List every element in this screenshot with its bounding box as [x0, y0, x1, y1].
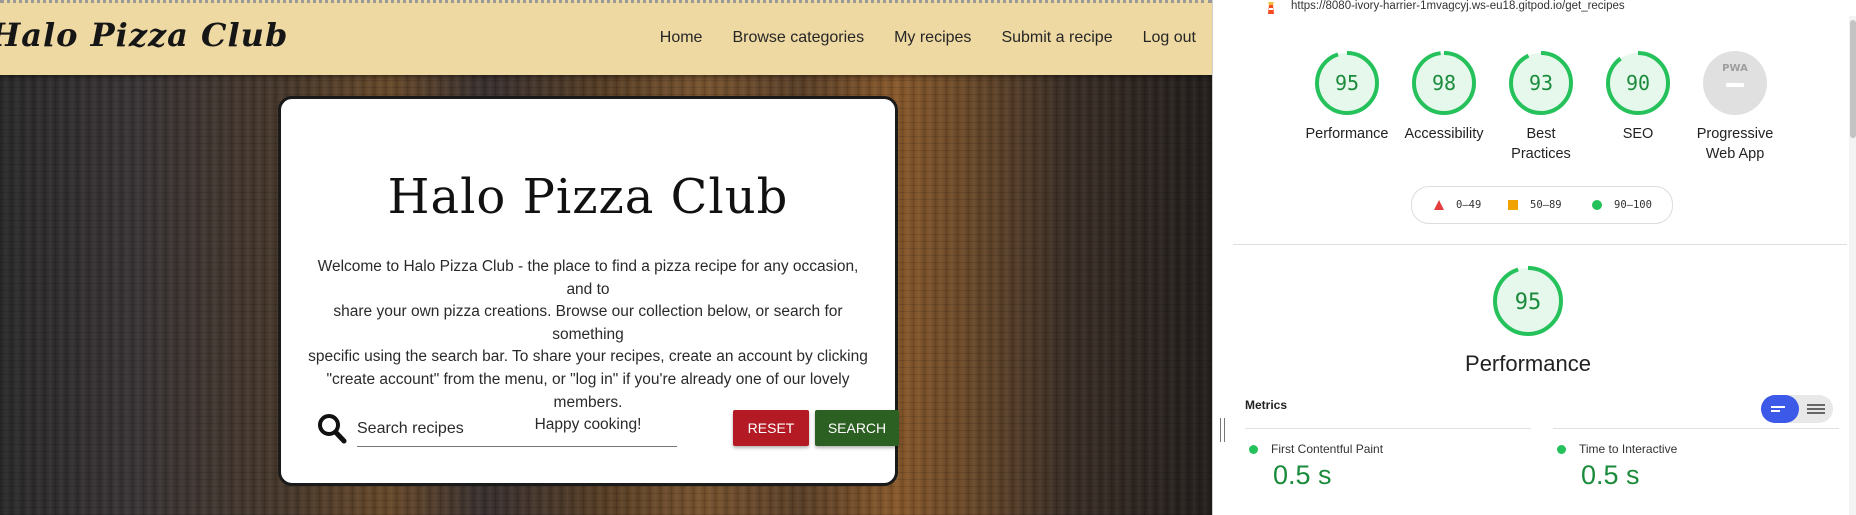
gauge-label-line: Practices [1511, 146, 1571, 162]
site-navbar: Halo Pizza Club Home Browse categories M… [0, 0, 1212, 75]
nav-link-submit-recipe[interactable]: Submit a recipe [1001, 29, 1112, 47]
gauge-label: SEO [1588, 124, 1688, 144]
pass-circle-icon [1557, 445, 1566, 454]
search-input[interactable] [357, 411, 677, 447]
nav-link-my-recipes[interactable]: My recipes [894, 29, 971, 47]
reset-button[interactable]: Reset [733, 410, 809, 446]
compact-view-icon[interactable] [1761, 395, 1799, 423]
performance-title: Performance [1465, 351, 1591, 376]
gauge-best-practices[interactable]: 93 Best Practices [1491, 50, 1591, 164]
welcome-text-line: Welcome to Halo Pizza Club - the place t… [317, 258, 859, 298]
welcome-text-line: specific using the search bar. To share … [308, 348, 868, 366]
gauge-label-line: SEO [1622, 126, 1654, 142]
nav-link-home[interactable]: Home [660, 29, 703, 47]
panel-resize-handle[interactable] [1220, 418, 1226, 442]
gauge-ring: 98 [1412, 51, 1476, 115]
gauge-ring: 90 [1606, 51, 1670, 115]
gauge-label: Performance [1297, 124, 1397, 144]
pass-circle-icon [1249, 445, 1258, 454]
report-url: https://8080-ivory-harrier-1mvagcyj.ws-e… [1291, 0, 1625, 12]
performance-gauge: 95 [1493, 266, 1563, 336]
gauge-label: Best Practices [1491, 124, 1591, 164]
gauge-pwa[interactable]: PWA Progressive Web App [1685, 50, 1785, 164]
site-brand-logo[interactable]: Halo Pizza Club [0, 16, 288, 54]
search-button[interactable]: Search [815, 410, 899, 446]
welcome-text-line: share your own pizza creations. Browse o… [333, 303, 843, 343]
category-gauges: 95 Performance 98 Accessibility 93 Best … [1213, 50, 1843, 170]
nav-link-browse-categories[interactable]: Browse categories [732, 29, 864, 47]
card-title: Halo Pizza Club [387, 169, 789, 225]
legend-pass-range: 90–100 [1614, 199, 1652, 211]
gauge-score: 93 [1529, 71, 1553, 95]
gauge-score: 90 [1626, 71, 1650, 95]
metrics-rule [1553, 428, 1839, 429]
devtools-lighthouse-panel: https://8080-ivory-harrier-1mvagcyj.ws-e… [1212, 0, 1856, 515]
gauge-seo[interactable]: 90 SEO [1588, 50, 1688, 144]
gauge-ring: 93 [1509, 51, 1573, 115]
performance-section-header: 95 Performance [1213, 264, 1843, 377]
gauge-label-line: Web App [1705, 146, 1765, 162]
report-url-bar: https://8080-ivory-harrier-1mvagcyj.ws-e… [1231, 0, 1856, 16]
gauge-label: Progressive Web App [1685, 124, 1785, 164]
section-divider [1233, 244, 1847, 245]
gauge-ring: 95 [1315, 51, 1379, 115]
performance-score: 95 [1515, 290, 1542, 315]
nav-links: Home Browse categories My recipes Submit… [660, 29, 1196, 47]
panel-scrollbar[interactable] [1849, 16, 1856, 515]
website-viewport: Halo Pizza Club Home Browse categories M… [0, 0, 1212, 515]
pwa-badge-text: PWA [1722, 63, 1748, 74]
gauge-label-line: Performance [1305, 126, 1389, 142]
gauge-label: Accessibility [1394, 124, 1494, 144]
nav-link-log-out[interactable]: Log out [1143, 29, 1196, 47]
scrollbar-thumb[interactable] [1850, 20, 1856, 138]
gauge-score: 95 [1335, 71, 1359, 95]
expanded-view-icon[interactable] [1799, 395, 1833, 423]
metric-name: First Contentful Paint [1271, 442, 1384, 456]
score-scale-legend: 0–49 50–89 90–100 [1411, 186, 1673, 224]
gauge-label-line: Accessibility [1404, 126, 1484, 142]
metrics-heading: Metrics [1245, 398, 1288, 412]
metrics-view-toggle[interactable] [1761, 395, 1833, 423]
legend-average-range: 50–89 [1530, 199, 1562, 211]
average-square-icon [1508, 200, 1518, 210]
metric-value: 0.5 s [1581, 460, 1640, 490]
search-form: Reset Search [317, 405, 899, 455]
search-icon [318, 414, 347, 444]
legend-fail-range: 0–49 [1456, 199, 1482, 211]
metrics-rule [1245, 428, 1531, 429]
metric-name: Time to Interactive [1579, 442, 1678, 456]
metric-value: 0.5 s [1273, 460, 1332, 490]
gauge-label-line: Best [1526, 126, 1556, 142]
gauge-performance[interactable]: 95 Performance [1297, 50, 1397, 144]
lighthouse-icon [1268, 2, 1274, 14]
pass-circle-icon [1592, 200, 1602, 210]
gauge-label-line: Progressive [1696, 126, 1774, 142]
welcome-card: Halo Pizza Club Welcome to Halo Pizza Cl… [278, 96, 899, 486]
gauge-score: 98 [1432, 71, 1456, 95]
pwa-badge-icon: PWA [1703, 51, 1767, 115]
gauge-accessibility[interactable]: 98 Accessibility [1394, 50, 1494, 144]
fail-triangle-icon [1434, 200, 1444, 210]
